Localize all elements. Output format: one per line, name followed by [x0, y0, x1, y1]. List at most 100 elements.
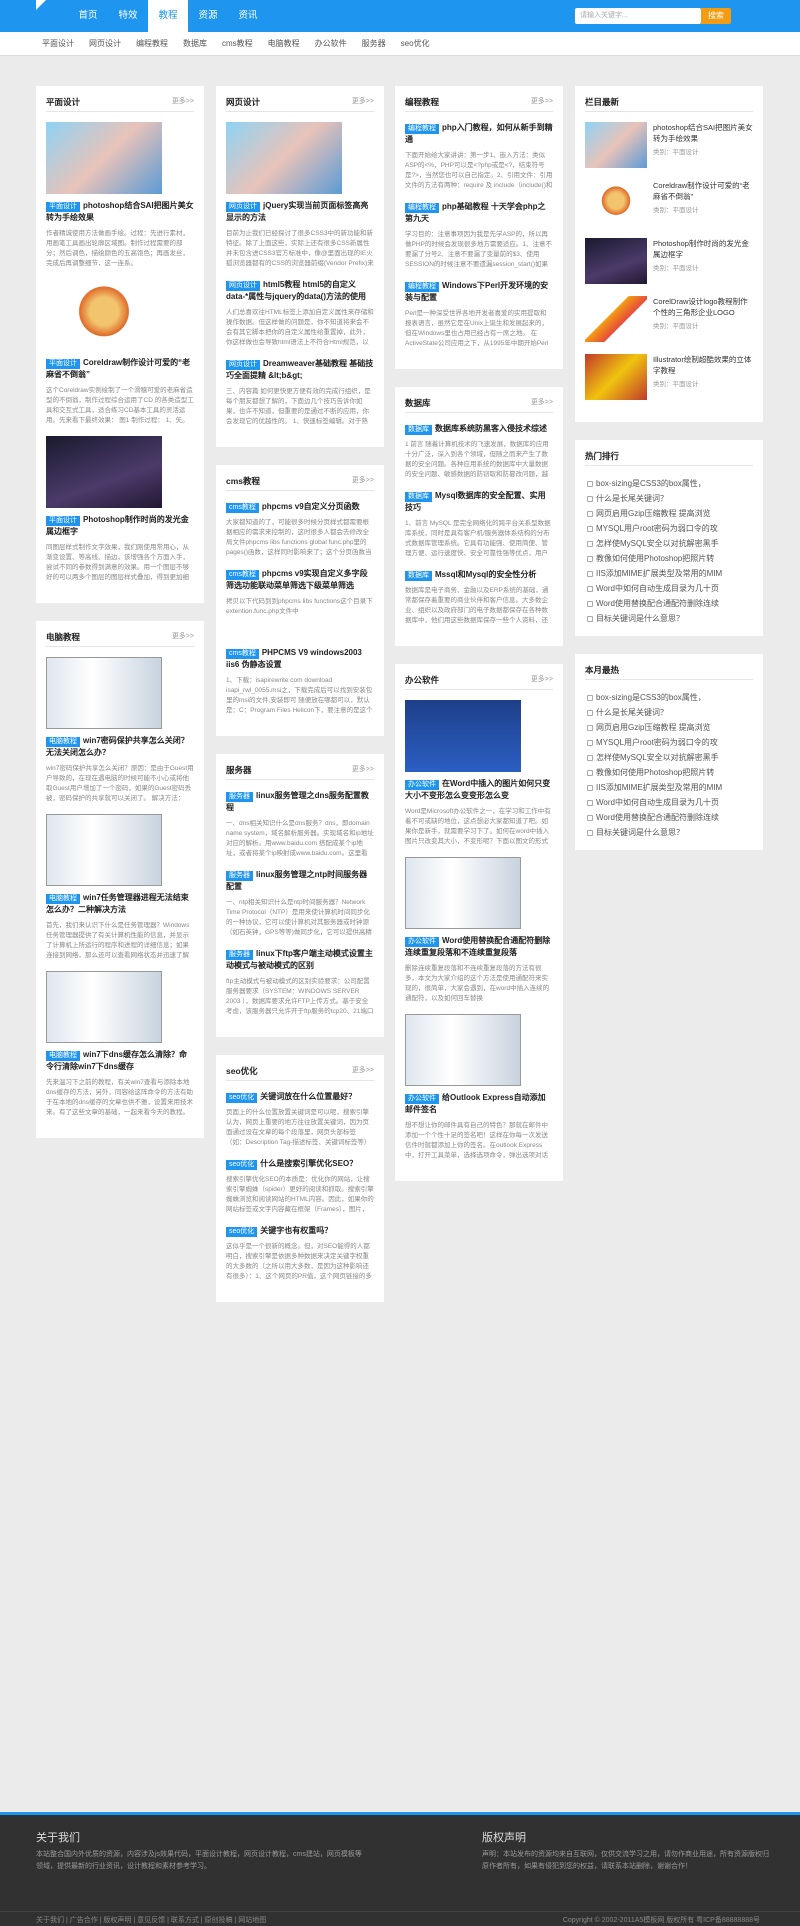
category-tag[interactable]: 电脑教程: [46, 894, 80, 904]
ranking-item[interactable]: Word中如何自动生成目录为几十页: [585, 581, 753, 596]
latest-title[interactable]: photoshop结合SAI把图片美女转为手绘效果: [653, 122, 753, 144]
category-tag[interactable]: 电脑教程: [46, 737, 80, 747]
more-link[interactable]: 更多>>: [172, 631, 194, 641]
ranking-item[interactable]: box-sizing是CSS3的box属性，: [585, 690, 753, 705]
category-tag[interactable]: 编程教程: [405, 203, 439, 213]
category-tag[interactable]: 数据库: [405, 571, 432, 581]
subnav-item[interactable]: seo优化: [395, 38, 436, 49]
subnav-item[interactable]: 服务器: [356, 38, 392, 49]
category-tag[interactable]: 数据库: [405, 425, 432, 435]
ranking-item[interactable]: 网页启用Gzip压缩教程 提高浏览: [585, 720, 753, 735]
latest-thumbnail[interactable]: [585, 296, 647, 342]
subnav-item[interactable]: 数据库: [177, 38, 213, 49]
ranking-item[interactable]: 什么是长尾关键词？: [585, 491, 753, 506]
ranking-item[interactable]: 目标关键词是什么意思？: [585, 825, 753, 840]
latest-item[interactable]: Coreldraw制作设计可爱的“老麻省不倒翁” 类别：平面设计: [585, 180, 753, 226]
ranking-item[interactable]: MYSQL用户root密码为弱口令的攻: [585, 735, 753, 750]
category-tag[interactable]: 办公软件: [405, 780, 439, 790]
category-tag[interactable]: seo优化: [226, 1093, 258, 1103]
ranking-item[interactable]: 怎样使MySQL安全以对抗解密黑手: [585, 536, 753, 551]
category-tag[interactable]: 编程教程: [405, 282, 439, 292]
more-link[interactable]: 更多>>: [352, 96, 374, 106]
article-title[interactable]: 平面设计 photoshop结合SAI把图片美女转为手绘效果: [46, 200, 194, 224]
article-title[interactable]: 办公软件 在Word中插入的图片如何只变大小不变形怎么变变形怎么变: [405, 778, 553, 802]
nav-item[interactable]: 资源: [188, 0, 228, 32]
category-tag[interactable]: 平面设计: [46, 359, 80, 369]
article-thumbnail[interactable]: [46, 279, 162, 351]
article-title[interactable]: 网页设计 jQuery实现当前页面标签高亮显示的方法: [226, 200, 374, 224]
article-title[interactable]: cms教程 PHPCMS V9 windows2003 iis6 伪静态设置: [226, 647, 374, 671]
category-tag[interactable]: 网页设计: [226, 281, 260, 291]
article-title[interactable]: 网页设计 Dreamweaver基础教程 基础技巧全面提精 &lt;b&gt;: [226, 358, 374, 382]
article-title[interactable]: 数据库 Mssql和Mysql的安全性分析: [405, 569, 553, 581]
category-tag[interactable]: 服务器: [226, 792, 253, 802]
article-title[interactable]: seo优化 关键词放在什么位置最好？: [226, 1091, 374, 1103]
ranking-item[interactable]: 怎样使MySQL安全以对抗解密黑手: [585, 750, 753, 765]
category-tag[interactable]: 平面设计: [46, 516, 80, 526]
more-link[interactable]: 更多>>: [531, 96, 553, 106]
latest-title[interactable]: Illustrator绘制超酷效果的立体字教程: [653, 354, 753, 376]
category-tag[interactable]: cms教程: [226, 570, 259, 580]
ranking-item[interactable]: IIS添加MIME扩展类型及常用的MIM: [585, 780, 753, 795]
latest-title[interactable]: Coreldraw制作设计可爱的“老麻省不倒翁”: [653, 180, 753, 202]
latest-thumbnail[interactable]: [585, 122, 647, 168]
latest-thumbnail[interactable]: [585, 354, 647, 400]
category-tag[interactable]: 服务器: [226, 871, 253, 881]
subnav-item[interactable]: 编程教程: [130, 38, 174, 49]
ranking-item[interactable]: box-sizing是CSS3的box属性，: [585, 476, 753, 491]
article-title[interactable]: 服务器 linux服务管理之dns服务配置教程: [226, 790, 374, 814]
site-logo[interactable]: [36, 0, 46, 10]
ranking-item[interactable]: 教像如何使用Photoshop把照片转: [585, 765, 753, 780]
latest-item[interactable]: CorelDraw设计logo教程制作个性的三角形企业LOGO 类别：平面设计: [585, 296, 753, 342]
ranking-item[interactable]: Word中如何自动生成目录为几十页: [585, 795, 753, 810]
more-link[interactable]: 更多>>: [352, 475, 374, 485]
article-thumbnail[interactable]: [46, 814, 162, 886]
article-thumbnail[interactable]: [46, 436, 162, 508]
category-tag[interactable]: 网页设计: [226, 202, 260, 212]
category-tag[interactable]: 数据库: [405, 492, 432, 502]
article-title[interactable]: 平面设计 Coreldraw制作设计可爱的“老麻省不倒翁”: [46, 357, 194, 381]
nav-item[interactable]: 首页: [68, 0, 108, 32]
more-link[interactable]: 更多>>: [352, 1065, 374, 1075]
nav-item[interactable]: 特效: [108, 0, 148, 32]
article-title[interactable]: 电脑教程 win7任务管理器进程无法结束怎么办？二种解决方法: [46, 892, 194, 916]
article-title[interactable]: 电脑教程 win7密码保护共享怎么关闭？无法关闭怎么办？: [46, 735, 194, 759]
category-tag[interactable]: cms教程: [226, 649, 259, 659]
article-thumbnail[interactable]: [405, 857, 521, 929]
nav-item[interactable]: 教程: [148, 0, 188, 32]
subnav-item[interactable]: 平面设计: [36, 38, 80, 49]
article-thumbnail[interactable]: [226, 122, 342, 194]
latest-item[interactable]: Illustrator绘制超酷效果的立体字教程 类别：平面设计: [585, 354, 753, 400]
article-title[interactable]: 办公软件 Word使用替换配合通配符删除连续重复段落和不连续重复段落: [405, 935, 553, 959]
latest-title[interactable]: CorelDraw设计logo教程制作个性的三角形企业LOGO: [653, 296, 753, 318]
category-tag[interactable]: 服务器: [226, 950, 253, 960]
category-tag[interactable]: 电脑教程: [46, 1051, 80, 1061]
search-button[interactable]: 搜索: [701, 8, 731, 24]
article-thumbnail[interactable]: [46, 122, 162, 194]
category-tag[interactable]: 办公软件: [405, 1094, 439, 1104]
latest-item[interactable]: Photoshop制作时尚的发光金属边框字 类别：平面设计: [585, 238, 753, 284]
ranking-item[interactable]: 教像如何使用Photoshop把照片转: [585, 551, 753, 566]
article-title[interactable]: 平面设计 Photoshop制作时尚的发光金属边框字: [46, 514, 194, 538]
subnav-item[interactable]: 网页设计: [83, 38, 127, 49]
ranking-item[interactable]: IIS添加MIME扩展类型及常用的MIM: [585, 566, 753, 581]
subnav-item[interactable]: 电脑教程: [262, 38, 306, 49]
article-title[interactable]: seo优化 关键字也有权重吗？: [226, 1225, 374, 1237]
latest-item[interactable]: photoshop结合SAI把图片美女转为手绘效果 类别：平面设计: [585, 122, 753, 168]
latest-thumbnail[interactable]: [585, 180, 647, 226]
subnav-item[interactable]: cms教程: [216, 38, 259, 49]
article-thumbnail[interactable]: [46, 971, 162, 1043]
search-input[interactable]: 请输入关键字...: [575, 8, 701, 24]
ranking-item[interactable]: MYSQL用户root密码为弱口令的攻: [585, 521, 753, 536]
article-title[interactable]: 电脑教程 win7下dns缓存怎么清除？命令行清除win7下dns缓存: [46, 1049, 194, 1073]
article-title[interactable]: 服务器 linux服务管理之ntp时间服务器配置: [226, 869, 374, 893]
article-title[interactable]: cms教程 phpcms v9自定义分页函数: [226, 501, 374, 513]
article-title[interactable]: cms教程 phpcms v9实现自定义多字段筛选功能联动菜单筛选下级菜单筛选: [226, 568, 374, 592]
article-thumbnail[interactable]: [46, 657, 162, 729]
footer-links[interactable]: 关于我们 | 广告合作 | 版权声明 | 意见反馈 | 联系方式 | 原创投稿 …: [36, 1912, 266, 1926]
article-title[interactable]: seo优化 什么是搜索引擎优化SEO？: [226, 1158, 374, 1170]
article-title[interactable]: 编程教程 Windows下Perl开发环境的安装与配置: [405, 280, 553, 304]
article-title[interactable]: 网页设计 html5教程 html5的自定义data-*属性与jquery的dat…: [226, 279, 374, 303]
ranking-item[interactable]: Word使用替换配合通配符删除连续: [585, 810, 753, 825]
more-link[interactable]: 更多>>: [531, 397, 553, 407]
